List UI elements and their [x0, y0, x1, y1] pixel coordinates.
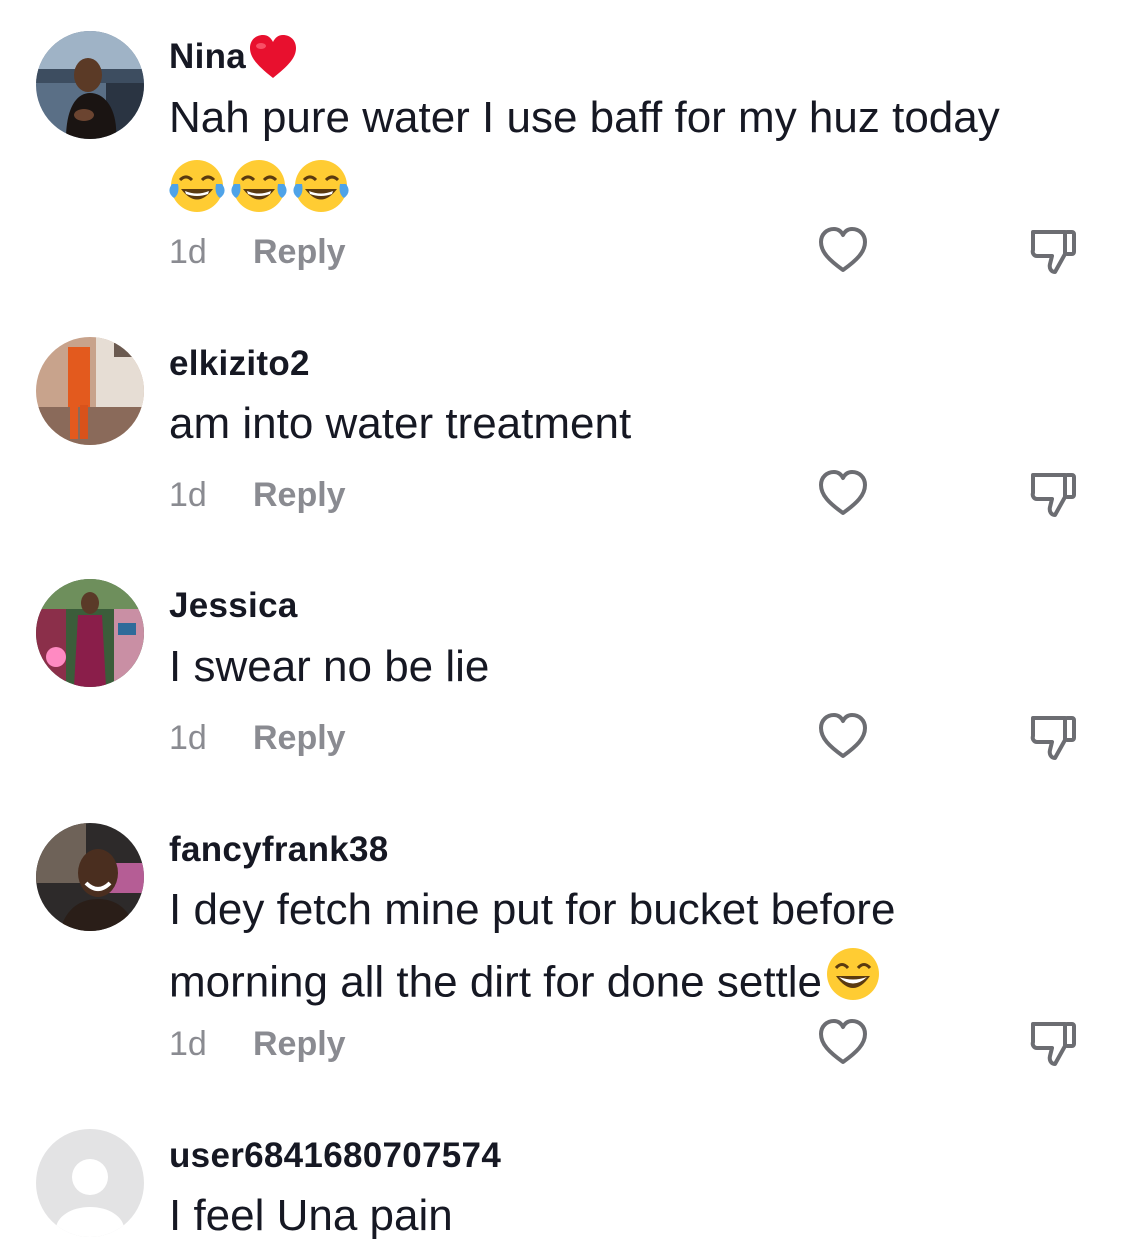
face-with-tears-of-joy-icon	[292, 158, 350, 214]
username[interactable]: user6841680707574	[169, 1135, 501, 1177]
like-button[interactable]	[815, 465, 871, 521]
thumbs-down-icon	[1025, 473, 1081, 525]
username[interactable]: fancyfrank38	[169, 829, 389, 871]
like-button[interactable]	[815, 708, 871, 764]
dislike-button[interactable]	[1025, 465, 1081, 521]
comment-meta: 1d Reply	[169, 474, 346, 516]
dislike-button[interactable]	[1025, 708, 1081, 764]
reply-button[interactable]: Reply	[253, 1025, 346, 1064]
like-button[interactable]	[815, 1014, 871, 1070]
timestamp: 1d	[169, 1024, 207, 1063]
face-with-tears-of-joy-icon	[230, 158, 288, 214]
comment-meta: 1d Reply	[169, 717, 346, 759]
like-button[interactable]	[815, 222, 871, 278]
thumbs-down-icon	[1025, 230, 1081, 282]
comment-text: I feel Una pain	[169, 1191, 453, 1240]
timestamp: 1d	[169, 232, 207, 271]
comment-meta: 1d Reply	[169, 1023, 346, 1065]
comment-text: I swear no be lie	[169, 642, 490, 691]
thumbs-down-icon	[1025, 1022, 1081, 1074]
emoji-row	[168, 158, 350, 214]
heart-outline-icon	[815, 470, 871, 525]
avatar[interactable]	[36, 823, 144, 931]
timestamp: 1d	[169, 718, 207, 757]
reply-button[interactable]: Reply	[253, 476, 346, 515]
red-heart-icon	[248, 34, 298, 80]
reply-button[interactable]: Reply	[253, 719, 346, 758]
avatar[interactable]	[36, 579, 144, 687]
avatar[interactable]	[36, 1129, 144, 1237]
grinning-face-with-smiling-eyes-icon	[824, 946, 882, 1024]
face-with-tears-of-joy-icon	[168, 158, 226, 214]
heart-outline-icon	[815, 713, 871, 768]
comment-text: Nah pure water I use baff for my huz tod…	[169, 93, 1000, 142]
heart-outline-icon	[815, 1019, 871, 1074]
dislike-button[interactable]	[1025, 1014, 1081, 1070]
avatar[interactable]	[36, 337, 144, 445]
username[interactable]: elkizito2	[169, 343, 310, 385]
username[interactable]: Nina	[169, 34, 298, 80]
avatar[interactable]	[36, 31, 144, 139]
comment-text: I dey fetch mine put for bucket before m…	[169, 874, 989, 1024]
dislike-button[interactable]	[1025, 222, 1081, 278]
reply-button[interactable]: Reply	[253, 233, 346, 272]
comment-meta: 1d Reply	[169, 231, 346, 273]
comment-text: am into water treatment	[169, 399, 632, 448]
username[interactable]: Jessica	[169, 585, 298, 627]
thumbs-down-icon	[1025, 716, 1081, 768]
heart-outline-icon	[815, 227, 871, 282]
timestamp: 1d	[169, 475, 207, 514]
default-avatar-icon	[36, 1129, 144, 1237]
